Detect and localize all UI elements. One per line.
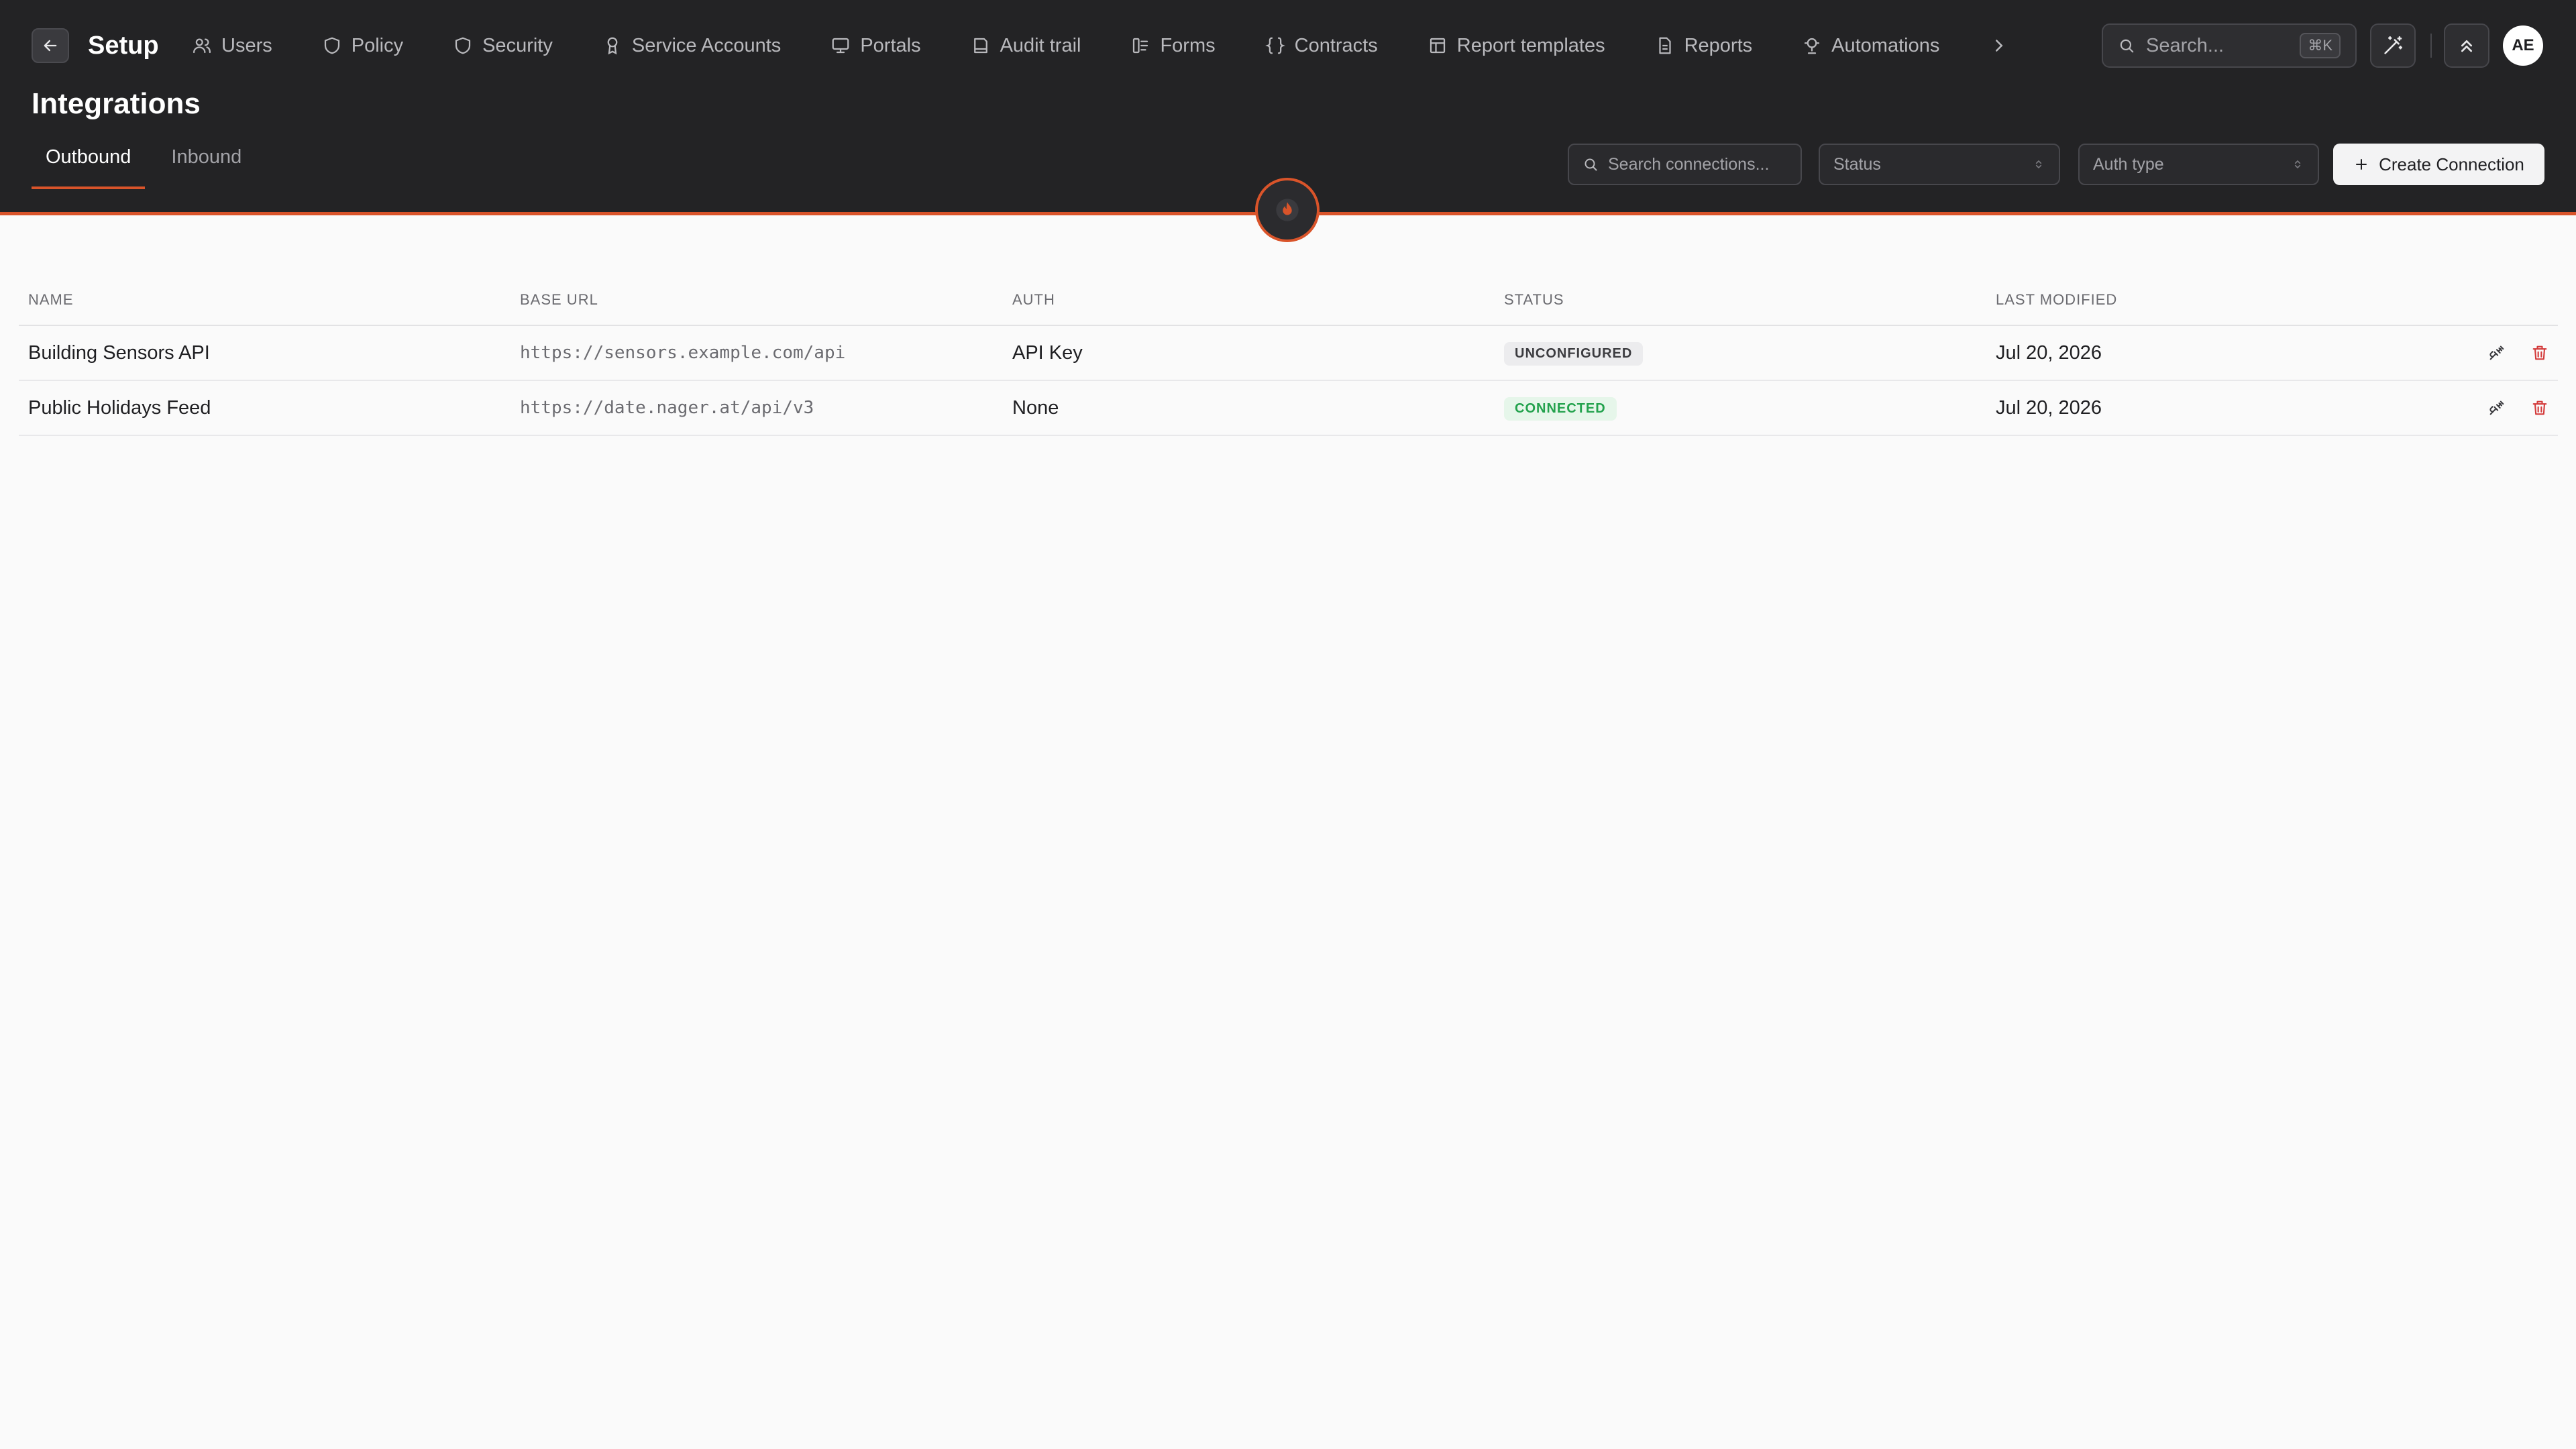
book-icon xyxy=(973,38,987,54)
form-icon xyxy=(1133,38,1148,54)
nav-label: Report templates xyxy=(1456,34,1605,56)
connection-search-input[interactable] xyxy=(1608,154,1787,174)
bot-icon xyxy=(1805,38,1820,54)
nav-label: Reports xyxy=(1684,34,1753,56)
connection-name: Public Holidays Feed xyxy=(28,396,211,419)
create-connection-label: Create Connection xyxy=(2379,154,2524,174)
connection-auth: API Key xyxy=(1012,341,1083,364)
file-icon xyxy=(1658,37,1671,54)
nav-label: Audit trail xyxy=(1000,34,1081,56)
nav-label: Service Accounts xyxy=(631,34,782,56)
plug-icon xyxy=(2489,400,2504,415)
arrow-left-icon xyxy=(44,40,57,52)
search-shortcut-hint: ⌘K xyxy=(2300,33,2341,58)
test-connection-button[interactable] xyxy=(2485,341,2508,364)
nav-item-security[interactable]: Security xyxy=(453,28,553,63)
chevron-up-down-icon xyxy=(2035,160,2042,169)
app-title: Setup xyxy=(88,31,159,60)
nav-item-users[interactable]: Users xyxy=(192,28,272,63)
plus-icon xyxy=(2356,159,2367,170)
column-header-auth[interactable]: AUTH xyxy=(1003,291,1495,309)
nav-item-automations[interactable]: Automations xyxy=(1802,28,1939,63)
connection-search[interactable] xyxy=(1568,144,1802,185)
tab-inbound[interactable]: Inbound xyxy=(157,146,256,189)
collapse-header-button[interactable] xyxy=(2444,23,2489,68)
connection-base-url: https://date.nager.at/api/v3 xyxy=(520,398,814,418)
connection-status: UNCONFIGURED xyxy=(1495,341,1986,366)
monitor-icon xyxy=(832,38,849,54)
toolbar-divider xyxy=(2430,34,2432,58)
connection-base-url: https://sensors.example.com/api xyxy=(520,343,846,363)
global-search-input[interactable] xyxy=(2146,34,2300,57)
nav-scroll-right-button[interactable] xyxy=(1989,28,2009,63)
top-nav: Users Policy Security Service Accounts P… xyxy=(192,28,2009,63)
status-filter-select[interactable]: Status xyxy=(1819,144,2060,185)
auth-type-filter-value: Auth type xyxy=(2093,154,2164,174)
connection-last-modified: Jul 20, 2026 xyxy=(1996,396,2102,419)
connection-auth: None xyxy=(1012,396,1059,419)
nav-label: Users xyxy=(221,34,272,56)
back-button[interactable] xyxy=(32,28,69,63)
delete-connection-button[interactable] xyxy=(2528,341,2551,364)
users-icon xyxy=(193,38,211,54)
nav-label: Portals xyxy=(860,34,921,56)
trash-icon xyxy=(2532,400,2547,415)
connection-last-modified: Jul 20, 2026 xyxy=(1996,341,2102,364)
plug-icon xyxy=(2489,345,2504,360)
connection-name: Building Sensors API xyxy=(28,341,210,364)
nav-item-policy[interactable]: Policy xyxy=(322,28,403,63)
user-avatar[interactable]: AE xyxy=(2503,25,2543,66)
badge-icon xyxy=(607,37,618,55)
column-header-name[interactable]: NAME xyxy=(19,291,511,309)
flame-icon xyxy=(1276,199,1299,221)
column-header-base-url[interactable]: BASE URL xyxy=(511,291,1003,309)
brand-logo xyxy=(1255,178,1320,242)
delete-connection-button[interactable] xyxy=(2528,396,2551,419)
chevron-up-down-icon xyxy=(2294,160,2301,169)
chevrons-up-icon xyxy=(2461,40,2472,52)
tab-outbound[interactable]: Outbound xyxy=(32,146,146,189)
table-row[interactable]: Building Sensors API https://sensors.exa… xyxy=(19,326,2558,381)
nav-label: Policy xyxy=(351,34,404,56)
column-header-last-modified[interactable]: LAST MODIFIED xyxy=(1986,291,2422,309)
search-icon xyxy=(2120,39,2134,53)
top-bar: Setup Users Policy Security Service Acco… xyxy=(0,0,2576,90)
nav-item-reports[interactable]: Reports xyxy=(1655,28,1753,63)
trash-icon xyxy=(2532,345,2547,360)
nav-item-contracts[interactable]: Contracts xyxy=(1265,28,1378,63)
table-row[interactable]: Public Holidays Feed https://date.nager.… xyxy=(19,381,2558,436)
nav-label: Automations xyxy=(1831,34,1940,56)
nav-label: Security xyxy=(482,34,553,56)
table-header: NAME BASE URL AUTH STATUS LAST MODIFIED xyxy=(19,275,2558,326)
shield-icon xyxy=(324,37,339,54)
chevron-right-icon xyxy=(1996,40,2003,52)
connection-status: CONNECTED xyxy=(1495,396,1986,421)
nav-item-portals[interactable]: Portals xyxy=(830,28,921,63)
global-search[interactable]: ⌘K xyxy=(2102,23,2357,68)
column-header-status[interactable]: STATUS xyxy=(1495,291,1986,309)
nav-item-forms[interactable]: Forms xyxy=(1130,28,1216,63)
page-title: Integrations xyxy=(32,87,201,120)
braces-icon xyxy=(1265,37,1285,54)
create-connection-button[interactable]: Create Connection xyxy=(2333,144,2544,185)
status-badge: CONNECTED xyxy=(1504,396,1617,421)
magic-wand-icon xyxy=(2384,36,2403,54)
search-icon xyxy=(1585,158,1597,171)
integration-tabs: Outbound Inbound xyxy=(32,146,268,189)
nav-label: Contracts xyxy=(1294,34,1378,56)
nav-item-report-templates[interactable]: Report templates xyxy=(1428,28,1605,63)
test-connection-button[interactable] xyxy=(2485,396,2508,419)
row-actions xyxy=(2422,396,2558,419)
status-badge: UNCONFIGURED xyxy=(1504,341,1644,366)
row-actions xyxy=(2422,341,2558,364)
magic-wand-button[interactable] xyxy=(2370,23,2416,68)
template-icon xyxy=(1430,38,1445,54)
nav-item-service-accounts[interactable]: Service Accounts xyxy=(602,28,781,63)
nav-item-audit-trail[interactable]: Audit trail xyxy=(971,28,1081,63)
status-filter-value: Status xyxy=(1833,154,1881,174)
auth-type-filter-select[interactable]: Auth type xyxy=(2078,144,2319,185)
connections-table: NAME BASE URL AUTH STATUS LAST MODIFIED … xyxy=(19,275,2558,436)
nav-label: Forms xyxy=(1160,34,1216,56)
shield-check-icon xyxy=(455,37,471,54)
